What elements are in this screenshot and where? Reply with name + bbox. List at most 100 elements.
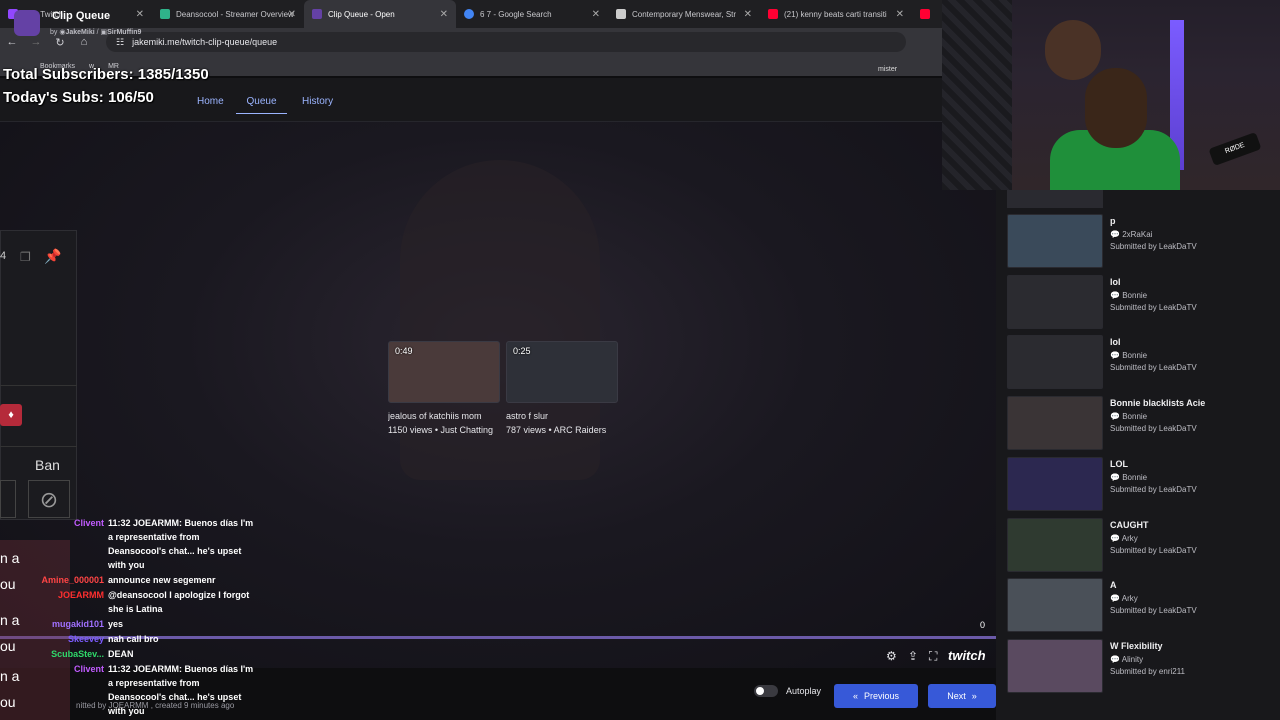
chat-username[interactable]: Clivent: [74, 516, 104, 530]
browser-tab-google[interactable]: 6 7 - Google Search ✕: [456, 0, 608, 28]
queue-item-title: lol: [1110, 276, 1121, 287]
queue-thumbnail[interactable]: [1007, 335, 1103, 390]
panel-button[interactable]: [0, 480, 16, 518]
queue-item[interactable]: LOL 💬 Bonnie Submitted by LeakDaTV: [1007, 456, 1277, 515]
queue-thumbnail[interactable]: [1007, 396, 1103, 451]
queue-item-title: lol: [1110, 337, 1121, 348]
clip-duration: 0:49: [395, 346, 413, 356]
twitch-logo[interactable]: twitch: [948, 648, 986, 663]
back-icon[interactable]: ←: [0, 36, 24, 48]
queue-item[interactable]: Bonnie blacklists Acie 💬 Bonnie Submitted …: [1007, 396, 1277, 454]
chat-username[interactable]: ScubaStev...: [51, 647, 104, 661]
chat-message: DEAN: [108, 649, 134, 659]
gem-icon[interactable]: ♦: [0, 404, 22, 426]
chat-bubble-icon: 💬: [1110, 351, 1120, 361]
clip-queue-favicon-icon: [312, 9, 322, 19]
close-tab-icon[interactable]: ✕: [896, 9, 904, 20]
total-subscribers-overlay: Total Subscribers: 1385/1350: [3, 66, 209, 83]
ban-label: Ban: [35, 457, 60, 473]
queue-thumbnail[interactable]: [1007, 638, 1103, 693]
queue-item-channel: 💬 Bonnie: [1110, 351, 1148, 361]
close-tab-icon[interactable]: ✕: [744, 9, 752, 20]
nav-home[interactable]: Home: [197, 96, 224, 107]
pin-icon[interactable]: 📌: [44, 248, 61, 265]
clip-thumbnail[interactable]: 0:25: [506, 341, 618, 403]
mod-count: 4: [0, 250, 7, 262]
previous-button[interactable]: «Previous: [834, 684, 918, 708]
chat-username[interactable]: Amine_000001: [41, 573, 104, 587]
next-button[interactable]: Next»: [928, 684, 996, 708]
streamer-head: [1085, 68, 1147, 148]
clip-title: astro f slur: [506, 411, 549, 421]
chat-username[interactable]: JOEARMM: [58, 588, 104, 602]
settings-gear-icon[interactable]: ⚙: [886, 649, 897, 663]
queue-item-channel: 💬 Alinity: [1110, 654, 1144, 664]
divider: [0, 385, 77, 386]
chat-bubble-icon: 💬: [1110, 290, 1120, 300]
chat-bubble-icon: 💬: [1110, 533, 1120, 543]
suggested-clip[interactable]: 0:49 jealous of katchiis mom 1150 views …: [388, 341, 500, 435]
chat-message: 11:32 JOEARMM: Buenos días I'm: [108, 664, 254, 674]
close-tab-icon[interactable]: ✕: [136, 9, 144, 20]
queue-thumbnail[interactable]: [1007, 456, 1103, 511]
clip-meta: 787 views • ARC Raiders: [506, 425, 607, 435]
queue-item-submitter: Submitted by enri211: [1110, 666, 1186, 676]
queue-item[interactable]: p 💬 2xRaKai Submitted by LeakDaTV: [1007, 214, 1277, 272]
author-link[interactable]: SirMuffin9: [107, 29, 141, 36]
queue-item[interactable]: lol 💬 Bonnie Submitted by LeakDaTV: [1007, 335, 1277, 393]
nav-queue[interactable]: Queue: [236, 96, 287, 114]
author-link[interactable]: JakeMiki: [65, 29, 94, 36]
close-tab-icon[interactable]: ✕: [592, 9, 600, 20]
queue-item[interactable]: lol 💬 Bonnie Submitted by LeakDaTV: [1007, 274, 1277, 333]
queue-item[interactable]: W Flexibility 💬 Alinity Submitted by enri2…: [1007, 638, 1277, 697]
queue-partial-thumbnail[interactable]: [1007, 190, 1103, 208]
browser-tab-youtube[interactable]: (21) kenny beats carti transiti ✕: [760, 0, 912, 28]
queue-thumbnail[interactable]: [1007, 214, 1103, 268]
player-timestamp: 0: [980, 620, 986, 630]
fullscreen-icon[interactable]: ⛶: [929, 649, 937, 664]
queue-thumbnail[interactable]: [1007, 274, 1103, 329]
url-field[interactable]: ☷ jakemiki.me/twitch-clip-queue/queue: [106, 32, 906, 52]
suggested-clip[interactable]: 0:25 astro f slur 787 views • ARC Raider…: [506, 341, 618, 435]
share-icon[interactable]: ⇪: [908, 649, 918, 663]
browser-tab-menswear[interactable]: Contemporary Menswear, Str ✕: [608, 0, 760, 28]
site-info-icon[interactable]: ☷: [116, 37, 124, 48]
reload-icon[interactable]: ↻: [48, 36, 72, 49]
queue-item[interactable]: A 💬 Arky Submitted by LeakDaTV: [1007, 578, 1277, 636]
chat-username[interactable]: Clivent: [74, 662, 104, 676]
chat-overlay: Clivent 11:32 JOEARMM: Buenos días I'm a r…: [0, 516, 270, 720]
clip-meta: 1150 views • Just Chatting: [388, 425, 494, 435]
divider: [0, 446, 77, 447]
clip-thumbnail[interactable]: 0:49: [388, 341, 500, 403]
autoplay-toggle-knob[interactable]: [756, 687, 764, 695]
copy-icon[interactable]: ❐: [20, 250, 31, 264]
home-icon[interactable]: ⌂: [72, 36, 96, 48]
profile-label[interactable]: mister: [878, 66, 897, 73]
queue-thumbnail[interactable]: [1007, 578, 1103, 633]
queue-item-submitter: Submitted by LeakDaTV: [1110, 242, 1197, 251]
todays-subs-overlay: Today's Subs: 106/50: [3, 89, 154, 106]
browser-tab-youtube-2[interactable]: (2: [912, 0, 934, 28]
teddy-bear: [1045, 20, 1101, 80]
google-favicon-icon: [464, 9, 474, 19]
browser-tab-streamer[interactable]: Deansocool - Streamer Overview ✕: [152, 0, 304, 28]
queue-item-title: A: [1110, 580, 1117, 591]
queue-item-submitter: Submitted by LeakDaTV: [1110, 302, 1197, 312]
youtube-favicon-icon: [920, 9, 930, 19]
close-tab-icon[interactable]: ✕: [440, 9, 448, 20]
queue-thumbnail[interactable]: [1007, 517, 1103, 572]
forward-icon[interactable]: →: [24, 36, 48, 48]
chat-username[interactable]: Skeevey: [68, 632, 104, 646]
chat-username[interactable]: mugakid101: [52, 617, 104, 631]
browser-tab-bar: (12) Twitch ✕ Deansocool - Streamer Overv…: [0, 0, 942, 28]
close-tab-icon[interactable]: ✕: [288, 9, 296, 20]
nav-history[interactable]: History: [302, 96, 333, 107]
queue-item-title: W Flexibility: [1110, 640, 1163, 651]
ban-icon[interactable]: ⊘: [28, 480, 70, 518]
queue-item[interactable]: CAUGHT 💬 Arky Submitted by LeakDaTV: [1007, 517, 1277, 576]
chat-bubble-icon: 💬: [1110, 594, 1120, 604]
browser-tab-clip-queue[interactable]: Clip Queue - Open ✕: [304, 0, 456, 28]
clip-title: jealous of katchiis mom: [388, 411, 482, 421]
acoustic-foam: [942, 0, 1012, 190]
queue-item-title: Bonnie blacklists Acie: [1110, 398, 1206, 409]
